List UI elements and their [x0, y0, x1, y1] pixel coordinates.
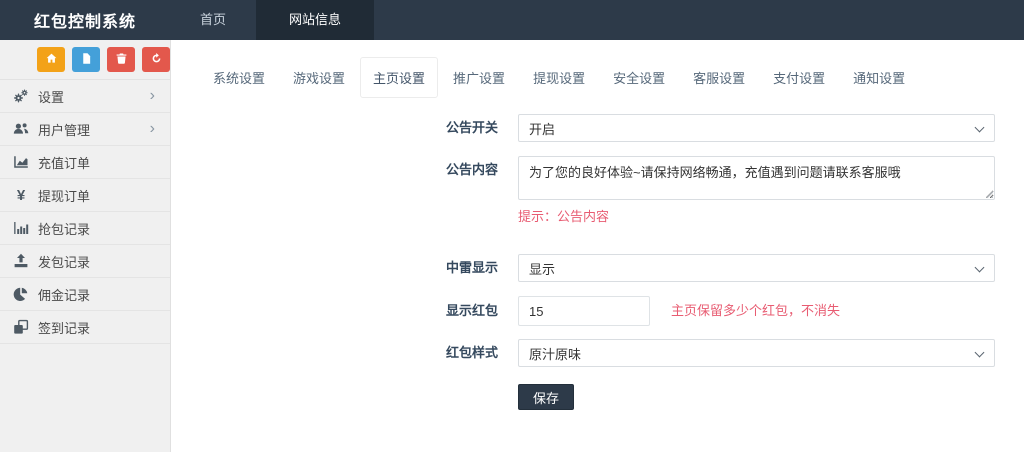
bar-chart-icon	[12, 220, 30, 236]
trash-icon	[115, 52, 128, 68]
mine-display-row: 中雷显示 显示	[171, 254, 1024, 282]
sidebar-item-user-management[interactable]: 用户管理 ›	[0, 113, 170, 146]
sidebar-item-commission-records[interactable]: 佣金记录	[0, 278, 170, 311]
top-nav: 首页 网站信息	[170, 0, 375, 40]
tab-homepage-settings[interactable]: 主页设置	[360, 57, 439, 98]
sidebar-quick-actions	[0, 40, 170, 80]
sidebar-item-recharge-orders[interactable]: 充值订单	[0, 146, 170, 179]
sidebar-item-label: 提现订单	[38, 188, 91, 204]
upload-icon	[12, 253, 30, 269]
show-redpacket-label: 显示红包	[445, 303, 498, 318]
redpacket-style-select[interactable]: 原汁原味	[518, 339, 995, 367]
announcement-content-hint: 提示：公告内容	[518, 209, 610, 224]
sidebar: 设置 › 用户管理 › 充值订单 ¥ 提现订单 抢包记录 发包记录 佣金记录 签…	[0, 40, 171, 452]
mine-display-label: 中雷显示	[445, 260, 498, 275]
announcement-content-textarea[interactable]: 为了您的良好体验~请保持网络畅通，充值遇到问题请联系客服哦	[518, 156, 995, 200]
announcement-switch-select[interactable]: 开启	[518, 114, 995, 142]
tab-game-settings[interactable]: 游戏设置	[280, 57, 358, 98]
announcement-content-wrap: 为了您的良好体验~请保持网络畅通，充值遇到问题请联系客服哦	[518, 156, 995, 200]
sidebar-item-label: 签到记录	[38, 320, 91, 336]
sidebar-item-label: 佣金记录	[38, 287, 91, 303]
save-row: 保存	[171, 384, 1024, 410]
mine-display-select[interactable]: 显示	[518, 254, 995, 282]
tab-payment-settings[interactable]: 支付设置	[760, 57, 838, 98]
redpacket-style-row: 红包样式 原汁原味	[171, 339, 1024, 367]
main-content: 系统设置 游戏设置 主页设置 推广设置 提现设置 安全设置 客服设置 支付设置 …	[171, 40, 1024, 452]
show-redpacket-input[interactable]	[518, 296, 650, 326]
yen-icon: ¥	[16, 186, 26, 204]
trash-button[interactable]	[107, 47, 135, 72]
clone-icon	[12, 319, 30, 335]
app-window: 红包控制系统 首页 网站信息 设置 › 用户管理 › 充值订单 ¥ 提现订单 抢…	[0, 0, 1024, 452]
sidebar-item-label: 用户管理	[38, 122, 91, 138]
sidebar-item-signin-records[interactable]: 签到记录	[0, 311, 170, 344]
redpacket-style-label: 红包样式	[445, 345, 498, 360]
top-header: 红包控制系统 首页 网站信息	[0, 0, 1024, 40]
file-button[interactable]	[72, 47, 100, 72]
select-value: 开启	[529, 121, 556, 137]
sidebar-menu: 设置 › 用户管理 › 充值订单 ¥ 提现订单 抢包记录 发包记录 佣金记录 签…	[0, 80, 170, 344]
nav-item-home[interactable]: 首页	[170, 0, 256, 40]
sidebar-item-grab-records[interactable]: 抢包记录	[0, 212, 170, 245]
show-redpacket-hint: 主页保留多少个红包，不消失	[671, 303, 841, 318]
announcement-content-label: 公告内容	[445, 162, 498, 177]
sidebar-item-label: 发包记录	[38, 254, 91, 270]
tab-promotion-settings[interactable]: 推广设置	[440, 57, 518, 98]
chevron-down-icon	[974, 347, 985, 358]
show-redpacket-row: 显示红包 主页保留多少个红包，不消失	[171, 296, 1024, 326]
app-title: 红包控制系统	[33, 14, 136, 31]
tab-customer-service-settings[interactable]: 客服设置	[680, 57, 758, 98]
settings-tabs: 系统设置 游戏设置 主页设置 推广设置 提现设置 安全设置 客服设置 支付设置 …	[200, 57, 1024, 98]
recycle-icon	[150, 52, 163, 68]
recycle-button[interactable]	[142, 47, 170, 72]
file-icon	[80, 52, 93, 68]
homepage-settings-form: 公告开关 开启 公告内容 为了您的良好体验~请保持网络畅通，充值遇到问题请联系客…	[171, 114, 1024, 410]
home-button[interactable]	[37, 47, 65, 72]
home-icon	[45, 52, 58, 68]
tab-system-settings[interactable]: 系统设置	[200, 57, 278, 98]
tab-notification-settings[interactable]: 通知设置	[840, 57, 918, 98]
sidebar-item-withdraw-orders[interactable]: ¥ 提现订单	[0, 179, 170, 212]
tab-withdraw-settings[interactable]: 提现设置	[520, 57, 598, 98]
sidebar-item-label: 抢包记录	[38, 221, 91, 237]
chevron-down-icon	[974, 262, 985, 273]
announcement-content-row: 公告内容 为了您的良好体验~请保持网络畅通，充值遇到问题请联系客服哦	[171, 156, 1024, 200]
gears-icon	[12, 88, 30, 104]
chevron-right-icon: ›	[149, 120, 155, 137]
users-icon	[12, 121, 30, 137]
announcement-switch-label: 公告开关	[445, 120, 498, 135]
tab-security-settings[interactable]: 安全设置	[600, 57, 678, 98]
select-value: 原汁原味	[529, 346, 582, 362]
announcement-switch-row: 公告开关 开启	[171, 114, 1024, 142]
pie-chart-icon	[12, 286, 30, 302]
sidebar-item-send-records[interactable]: 发包记录	[0, 245, 170, 278]
chevron-right-icon: ›	[149, 87, 155, 104]
area-chart-icon	[12, 154, 30, 170]
sidebar-item-label: 充值订单	[38, 155, 91, 171]
sidebar-item-label: 设置	[38, 89, 65, 105]
save-button[interactable]: 保存	[518, 384, 575, 410]
chevron-down-icon	[974, 122, 985, 133]
sidebar-item-settings[interactable]: 设置 ›	[0, 80, 170, 113]
select-value: 显示	[529, 261, 556, 277]
nav-item-site-info[interactable]: 网站信息	[256, 0, 375, 40]
